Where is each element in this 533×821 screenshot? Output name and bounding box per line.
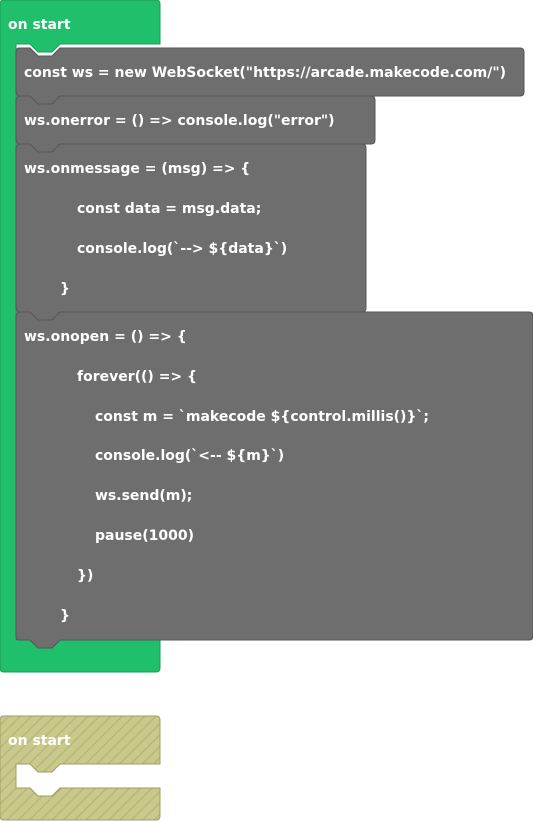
onmessage-line-1: ws.onmessage = (msg) => { xyxy=(24,161,251,177)
onopen-line-7: }) xyxy=(77,568,94,584)
blocks-workspace: on start const ws = new WebSocket("https… xyxy=(0,0,533,821)
on-start-label-disabled: on start xyxy=(8,733,71,749)
onopen-line-8: } xyxy=(60,608,70,624)
onerror-code: ws.onerror = () => console.log("error") xyxy=(24,113,335,129)
onmessage-line-4: } xyxy=(60,281,70,297)
onopen-line-1: ws.onopen = () => { xyxy=(24,329,187,345)
onopen-line-4: console.log(`<-- ${m}`) xyxy=(95,448,285,464)
on-start-event-block-disabled[interactable] xyxy=(0,715,161,821)
onopen-line-5: ws.send(m); xyxy=(95,488,193,504)
onopen-statement-block[interactable] xyxy=(15,311,533,649)
websocket-code: const ws = new WebSocket("https://arcade… xyxy=(24,65,507,81)
onopen-line-6: pause(1000) xyxy=(95,528,195,544)
onmessage-line-2: const data = msg.data; xyxy=(77,201,262,217)
onopen-line-3: const m = `makecode ${control.millis()}`… xyxy=(95,409,430,425)
on-start-label: on start xyxy=(8,17,71,33)
onmessage-line-3: console.log(`--> ${data}`) xyxy=(77,241,288,257)
onopen-line-2: forever(() => { xyxy=(77,369,198,385)
